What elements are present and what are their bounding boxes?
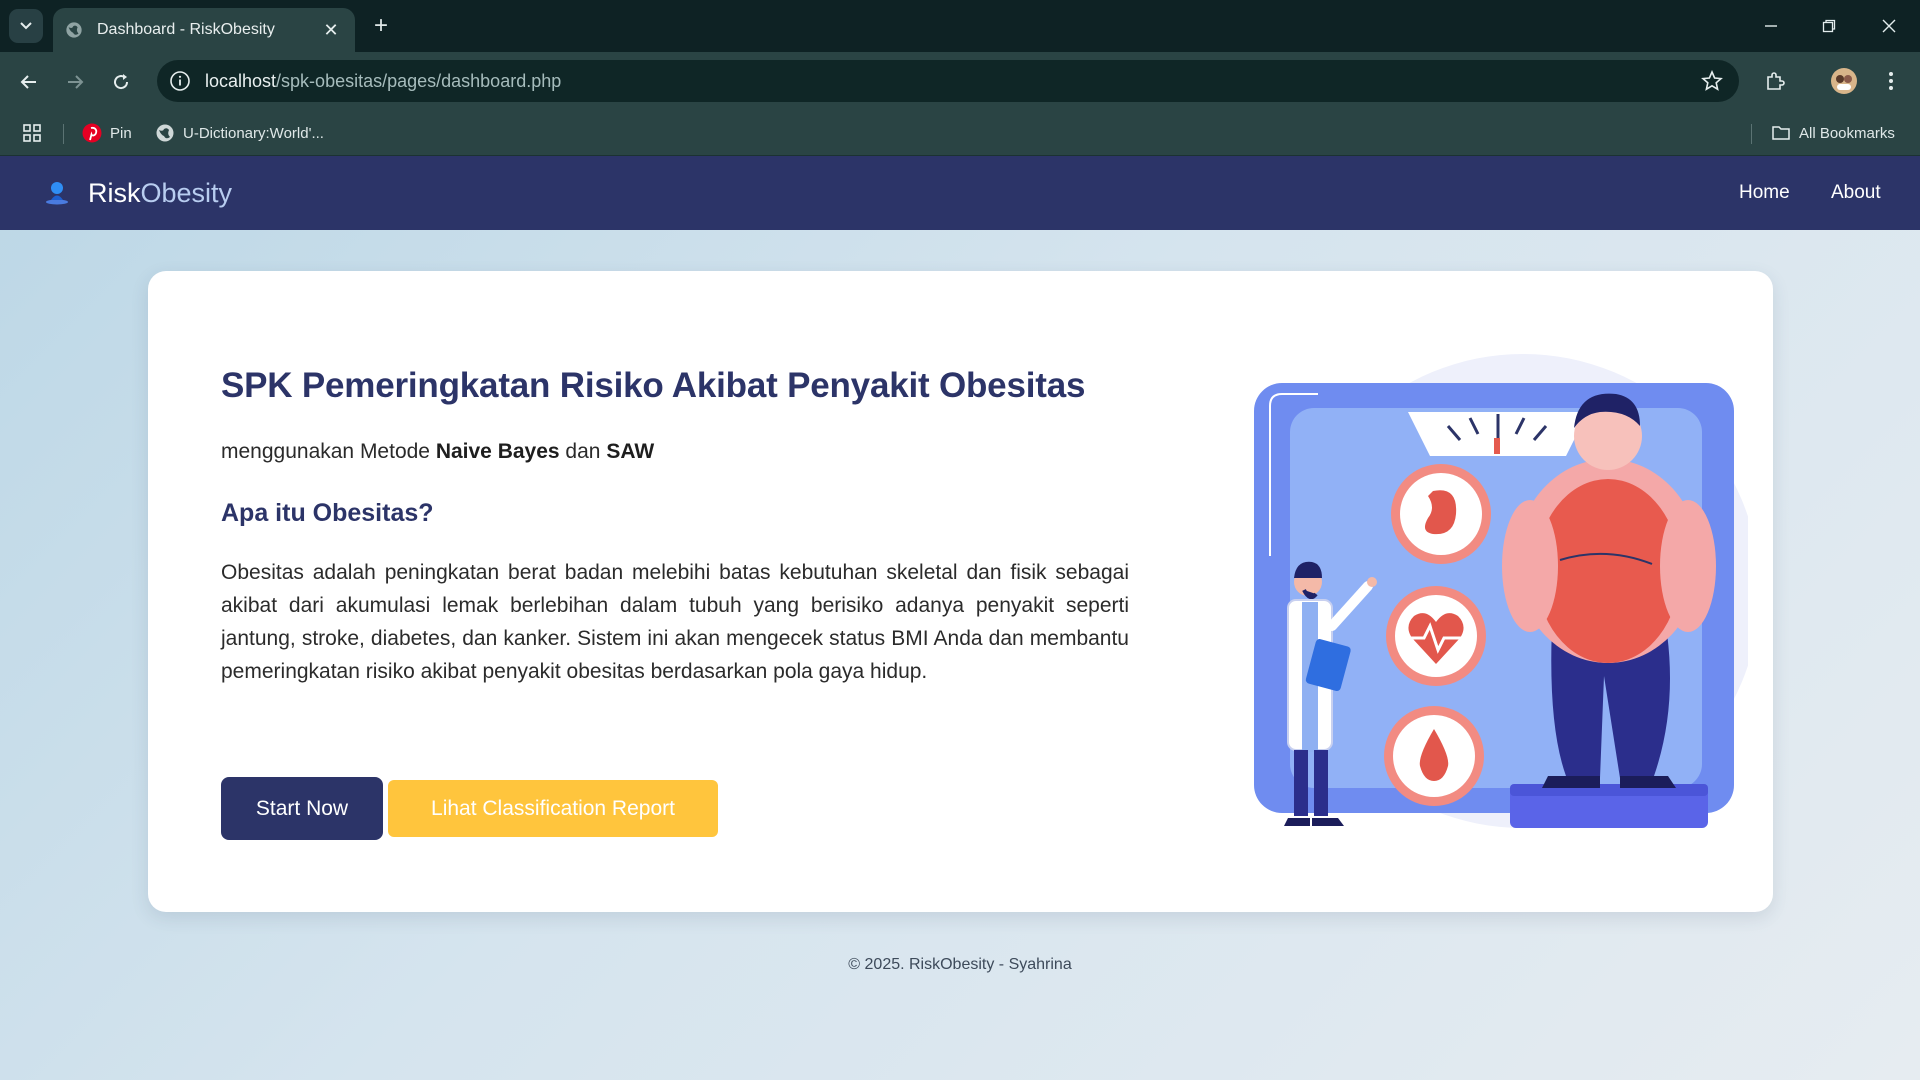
nav-about-link[interactable]: About bbox=[1831, 156, 1881, 230]
kebab-menu-icon bbox=[1889, 72, 1893, 90]
method-naive-bayes: Naive Bayes bbox=[435, 440, 560, 463]
back-button[interactable] bbox=[14, 67, 44, 97]
avatar bbox=[1831, 68, 1857, 94]
arrow-left-icon bbox=[20, 75, 36, 89]
bookmarks-bar: Pin U-Dictionary:World'... All Bookmarks bbox=[0, 110, 1920, 156]
browser-toolbar: localhost/spk-obesitas/pages/dashboard.p… bbox=[0, 52, 1920, 110]
forward-button[interactable] bbox=[60, 67, 90, 97]
method-subtitle: menggunakan Metode Naive Bayes dan SAW bbox=[221, 440, 655, 463]
tab-title: Dashboard - RiskObesity bbox=[97, 21, 275, 38]
bookmarks-divider bbox=[1751, 124, 1752, 144]
url-text: localhost/spk-obesitas/pages/dashboard.p… bbox=[205, 70, 562, 91]
browser-tabstrip: Dashboard - RiskObesity ✕ + bbox=[0, 0, 1920, 52]
close-icon bbox=[1882, 19, 1896, 33]
restore-button[interactable] bbox=[1800, 0, 1858, 52]
pinterest-icon bbox=[82, 123, 102, 143]
brand-name-obesity: Obesity bbox=[140, 177, 233, 208]
reload-icon bbox=[114, 74, 129, 90]
profile-button[interactable] bbox=[1829, 66, 1859, 96]
address-bar[interactable]: localhost/spk-obesitas/pages/dashboard.p… bbox=[157, 60, 1739, 102]
arrow-right-icon bbox=[68, 75, 84, 89]
extensions-button[interactable] bbox=[1760, 66, 1790, 96]
chevron-down-icon bbox=[20, 22, 32, 30]
globe-icon bbox=[156, 124, 174, 142]
bookmark-label: Pin bbox=[110, 124, 132, 142]
restore-icon bbox=[1822, 19, 1836, 33]
puzzle-icon bbox=[1767, 72, 1785, 90]
web-page: Risk Obesity Home About SPK Pemeringkatan… bbox=[0, 156, 1920, 1080]
brand-link[interactable]: Risk Obesity bbox=[42, 156, 232, 230]
brand-name-risk: Risk bbox=[88, 177, 141, 208]
all-bookmarks-label: All Bookmarks bbox=[1799, 124, 1895, 142]
minimize-button[interactable] bbox=[1742, 0, 1800, 52]
bookmark-pin[interactable]: Pin bbox=[82, 110, 132, 156]
classification-report-button[interactable]: Lihat Classification Report bbox=[388, 780, 718, 837]
reload-button[interactable] bbox=[106, 67, 136, 97]
new-tab-button[interactable]: + bbox=[366, 11, 396, 41]
close-tab-icon[interactable]: ✕ bbox=[319, 20, 343, 41]
logo-icon bbox=[46, 182, 68, 205]
globe-icon bbox=[66, 22, 82, 38]
all-bookmarks-button[interactable]: All Bookmarks bbox=[1771, 110, 1895, 156]
browser-tab-active[interactable]: Dashboard - RiskObesity ✕ bbox=[53, 8, 355, 52]
tab-search-button[interactable] bbox=[9, 9, 43, 43]
section-heading: Apa itu Obesitas? bbox=[221, 499, 434, 527]
nav-home-link[interactable]: Home bbox=[1739, 156, 1790, 230]
hero-card: SPK Pemeringkatan Risiko Akibat Penyakit… bbox=[148, 271, 1773, 912]
apps-button[interactable] bbox=[22, 110, 42, 156]
obesity-description: Obesitas adalah peningkatan berat badan … bbox=[221, 561, 1129, 683]
method-saw: SAW bbox=[606, 440, 655, 463]
apps-grid-icon bbox=[23, 124, 41, 142]
bookmark-label: U-Dictionary:World'... bbox=[183, 124, 324, 142]
site-info-icon[interactable] bbox=[169, 70, 191, 92]
bookmark-star-icon[interactable] bbox=[1701, 70, 1723, 92]
page-title: SPK Pemeringkatan Risiko Akibat Penyakit… bbox=[221, 366, 1086, 405]
site-footer: © 2025. RiskObesity - Syahrina bbox=[848, 956, 1072, 973]
site-navbar: Risk Obesity Home About bbox=[0, 156, 1920, 230]
bookmark-u-dictionary[interactable]: U-Dictionary:World'... bbox=[155, 110, 324, 156]
folder-icon bbox=[1772, 126, 1790, 140]
start-now-button[interactable]: Start Now bbox=[221, 777, 383, 840]
browser-menu-button[interactable] bbox=[1876, 66, 1906, 96]
bookmarks-divider bbox=[63, 124, 64, 144]
obesity-illustration bbox=[1254, 354, 1748, 828]
minimize-icon bbox=[1765, 25, 1777, 27]
close-window-button[interactable] bbox=[1860, 0, 1918, 52]
